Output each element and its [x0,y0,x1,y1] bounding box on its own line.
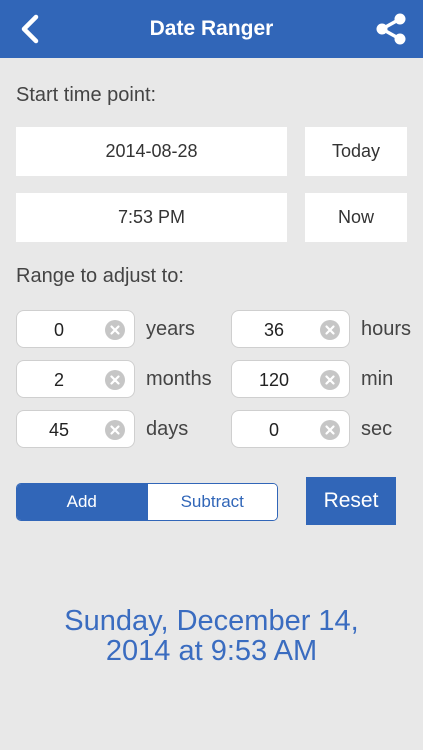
clear-icon[interactable] [320,420,340,440]
months-unit-label: months [146,368,212,390]
result-line-1: Sunday, December 14, [64,605,359,637]
page-title: Date Ranger [149,17,274,40]
result-line-2: 2014 at 9:53 AM [105,635,318,667]
mode-segmented-control: Add Subtract [16,483,278,521]
clear-icon[interactable] [320,320,340,340]
clear-icon[interactable] [105,320,125,340]
min-input[interactable]: 120 [231,360,350,398]
min-unit-label: min [361,368,394,390]
result-text: Sunday, December 14, 2014 at 9:53 AM [0,606,423,666]
years-unit-label: years [146,318,195,340]
hours-unit-label: hours [361,318,412,340]
years-value: 0 [53,320,64,340]
range-label: Range to adjust to: [16,265,184,287]
share-icon[interactable] [373,11,409,47]
start-time-field[interactable]: 7:53 PM [16,193,287,242]
today-button[interactable]: Today [305,127,407,176]
days-input[interactable]: 45 [16,410,135,448]
add-segment[interactable]: Add [17,484,147,520]
clear-icon[interactable] [320,370,340,390]
sec-value: 0 [268,420,279,440]
months-input[interactable]: 2 [16,360,135,398]
start-time-label: Start time point: [16,84,157,106]
reset-button[interactable]: Reset [306,477,396,525]
sec-input[interactable]: 0 [231,410,350,448]
years-input[interactable]: 0 [16,310,135,348]
clear-icon[interactable] [105,370,125,390]
months-value: 2 [53,370,64,390]
days-value: 45 [48,420,70,440]
clear-icon[interactable] [105,420,125,440]
sec-unit-label: sec [361,418,393,440]
now-button[interactable]: Now [305,193,407,242]
subtract-segment[interactable]: Subtract [146,484,277,520]
start-date-field[interactable]: 2014-08-28 [16,127,287,176]
hours-input[interactable]: 36 [231,310,350,348]
days-unit-label: days [146,418,189,440]
hours-value: 36 [263,320,285,340]
nav-bar: Date Ranger [0,0,423,58]
min-value: 120 [258,370,290,390]
